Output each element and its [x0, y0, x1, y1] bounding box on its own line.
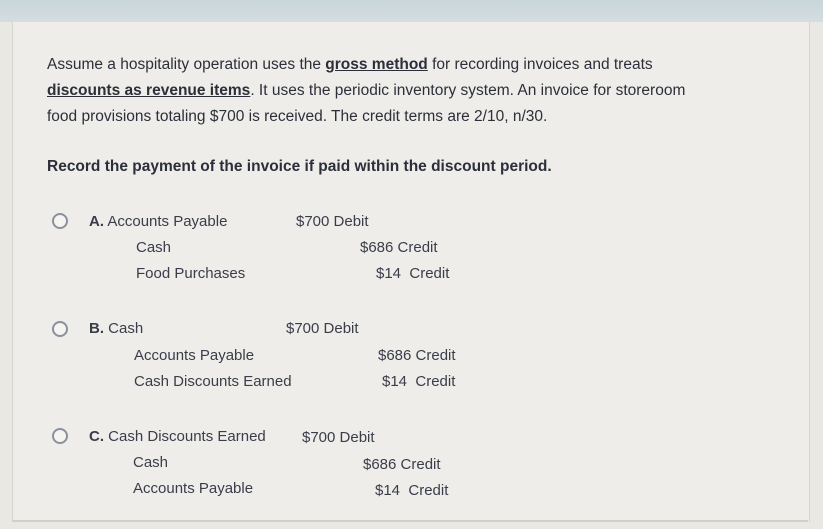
- debit-amount: $700 Debit: [296, 213, 369, 230]
- debit-amount: $700 Debit: [302, 429, 375, 446]
- credit-amount: $14 Credit: [376, 265, 450, 282]
- radio-button-c[interactable]: [52, 428, 68, 444]
- credit-amount: $686 Credit: [378, 347, 456, 364]
- credit-account: Accounts Payable: [133, 480, 254, 497]
- question-text-part: . It uses the periodic inventory system.…: [250, 82, 686, 99]
- option-letter: A.: [89, 213, 104, 230]
- credit-account: Cash: [136, 239, 172, 256]
- radio-button-a[interactable]: [52, 213, 68, 229]
- credit-amount: $14 Credit: [382, 373, 456, 390]
- radio-button-b[interactable]: [52, 321, 68, 337]
- divider: [12, 520, 808, 522]
- debit-account: Accounts Payable: [107, 213, 228, 230]
- credit-amount: $686 Credit: [360, 239, 438, 256]
- credit-account: Accounts Payable: [134, 347, 255, 364]
- debit-amount: $700 Debit: [286, 320, 359, 337]
- credit-account: Cash: [133, 454, 169, 471]
- debit-account: Cash: [108, 320, 144, 337]
- header-band: [0, 0, 823, 22]
- credit-account: Cash Discounts Earned: [134, 373, 292, 390]
- question-text-part: food provisions totaling $700 is receive…: [47, 108, 548, 125]
- option-letter: B.: [89, 320, 104, 337]
- question-text-part: for recording invoices and treats: [427, 56, 653, 73]
- credit-amount: $14 Credit: [375, 482, 449, 499]
- emphasis-gross-method: gross method: [325, 56, 428, 73]
- credit-amount: $686 Credit: [363, 456, 441, 473]
- debit-account: Cash Discounts Earned: [108, 428, 266, 445]
- option-letter: C.: [89, 428, 104, 445]
- question-prompt: Record the payment of the invoice if pai…: [47, 158, 552, 175]
- emphasis-discounts-revenue: discounts as revenue items: [47, 82, 251, 99]
- question-text: Assume a hospitality operation uses the …: [47, 52, 777, 130]
- question-text-part: Assume a hospitality operation uses the: [47, 56, 326, 73]
- credit-account: Food Purchases: [136, 265, 246, 282]
